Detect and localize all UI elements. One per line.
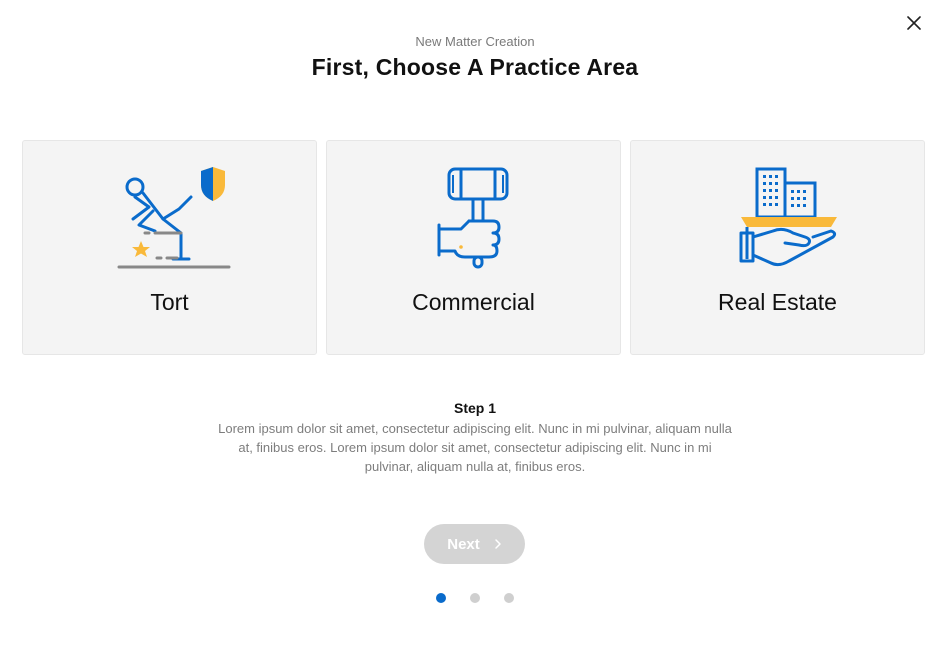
hand-gavel-icon: [437, 167, 508, 269]
pagination-dot-1[interactable]: [436, 593, 446, 603]
practice-card-commercial[interactable]: Commercial: [326, 140, 621, 355]
step-description: Lorem ipsum dolor sit amet, consectetur …: [218, 421, 732, 474]
hand-buildings-icon: [739, 167, 837, 267]
page-title: First, Choose A Practice Area: [311, 54, 639, 80]
pagination-dot-3[interactable]: [504, 593, 514, 603]
next-button[interactable]: Next: [424, 524, 525, 564]
step-title: Step 1: [453, 400, 496, 416]
close-icon: [907, 16, 921, 30]
practice-card-tort[interactable]: Tort: [22, 140, 317, 355]
next-button-label: Next: [447, 535, 480, 553]
card-label-commercial: Commercial: [412, 289, 535, 315]
person-slipping-icon: [117, 167, 230, 269]
practice-card-real-estate[interactable]: Real Estate: [630, 140, 925, 355]
card-label-tort: Tort: [150, 289, 189, 315]
chevron-right-icon: [495, 539, 501, 549]
step-pagination: [0, 593, 950, 603]
practice-area-cards: Tort Commercial Real Estate: [22, 140, 926, 355]
modal-subtitle: New Matter Creation: [415, 34, 535, 49]
card-label-real-estate: Real Estate: [718, 289, 837, 315]
close-button[interactable]: [903, 12, 925, 34]
pagination-dot-2[interactable]: [470, 593, 480, 603]
